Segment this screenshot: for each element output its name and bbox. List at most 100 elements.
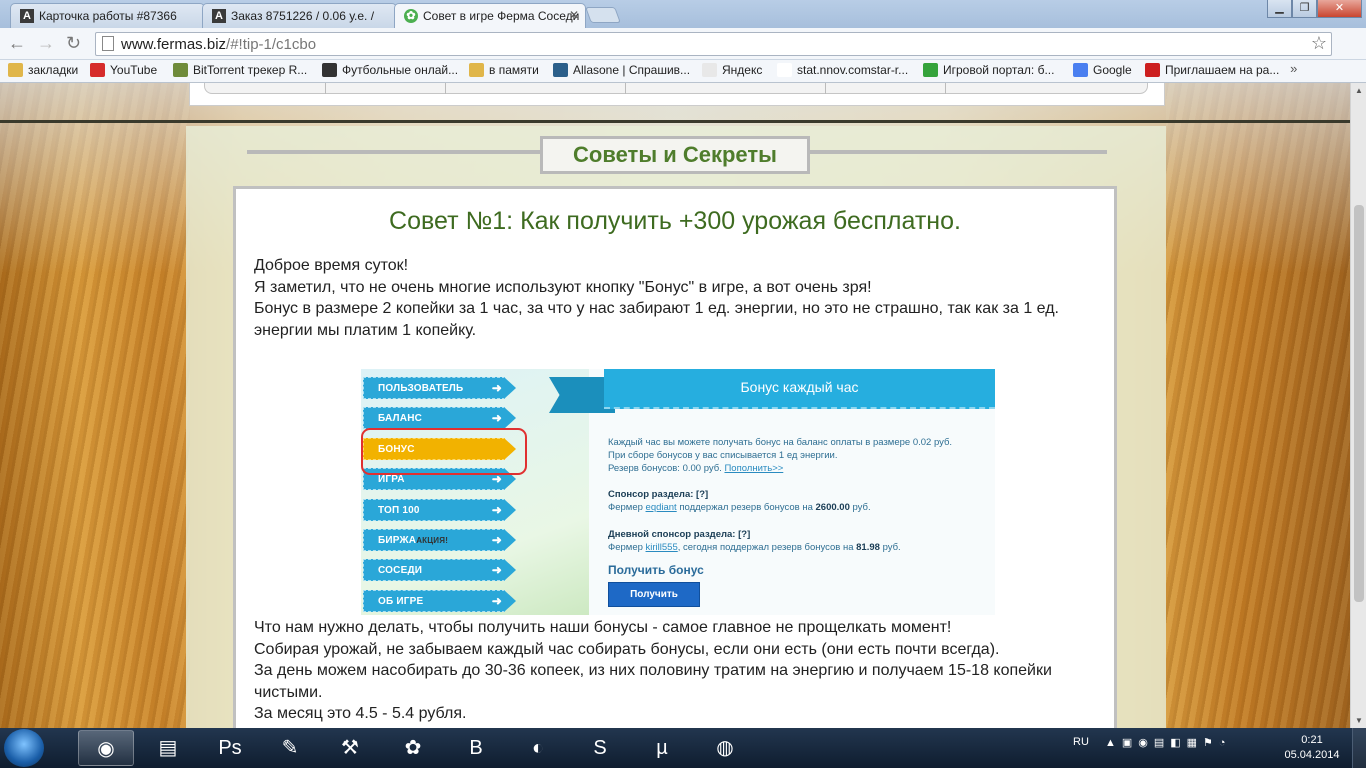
start-button[interactable] <box>4 729 44 767</box>
menu-item-entry[interactable]: БИРЖААКЦИЯ! ➜ <box>363 529 516 551</box>
bookmark-star-icon[interactable]: ☆ <box>1311 33 1327 54</box>
bookmark-item[interactable]: BitTorrent трекер R... <box>173 63 307 77</box>
page-icon <box>777 63 792 77</box>
bookmark-item[interactable]: Игровой портал: б... <box>923 63 1054 77</box>
bookmarks-bar: закладки YouTube BitTorrent трекер R... Фут… <box>0 60 1366 83</box>
text-line: чистыми. <box>254 683 323 701</box>
bookmark-item[interactable]: в памяти <box>469 63 539 77</box>
get-bonus-button[interactable]: Получить <box>608 582 700 607</box>
url-text[interactable]: www.fermas.biz/#!tip-1/c1cbo <box>121 36 316 53</box>
browser-toolbar: ← → ↻ www.fermas.biz/#!tip-1/c1cbo ☆ <box>0 28 1366 75</box>
address-bar[interactable]: www.fermas.biz/#!tip-1/c1cbo ☆ <box>95 32 1332 56</box>
bookmark-item[interactable]: YouTube <box>90 63 157 77</box>
tab-card[interactable]: A Карточка работы #87366 <box>10 3 205 28</box>
text-line: Доброе время суток! <box>254 257 409 274</box>
icq-icon[interactable]: ✿ <box>385 730 441 766</box>
bookmark-item[interactable]: Google <box>1073 63 1132 77</box>
tab-order[interactable]: A Заказ 8751226 / 0.06 у.е. / <box>202 3 397 28</box>
bookmark-item[interactable]: stat.nnov.comstar-r... <box>777 63 908 77</box>
text-line: Собирая урожай, не забываем каждый час с… <box>254 640 1000 658</box>
bookmark-label: Приглашаем на ра... <box>1165 63 1280 77</box>
bookmark-item[interactable]: Приглашаем на ра... » <box>1145 61 1297 77</box>
outro-text: Что нам нужно делать, чтобы получить наш… <box>254 617 1084 725</box>
scrollbar-thumb[interactable] <box>1354 205 1364 602</box>
text-line: За день можем насобирать до 30-36 копеек… <box>254 662 1052 679</box>
sponsor-link[interactable]: eqdiant <box>646 502 677 513</box>
clock-time: 0:21 <box>1301 734 1323 746</box>
tab-label: Заказ 8751226 / 0.06 у.е. / <box>231 9 375 23</box>
language-indicator[interactable]: RU <box>1073 736 1089 748</box>
clock-date: 05.04.2014 <box>1284 749 1340 761</box>
menu-item-entry[interactable]: ТОП 100 ➜ <box>363 498 516 521</box>
bookmark-label: Яндекс <box>722 63 763 77</box>
daily-sponsor-line: Фермер kirill555, сегодня поддержал резе… <box>608 542 901 553</box>
menu-item-entry[interactable]: ОБ ИГРЕ ➜ <box>363 589 516 612</box>
scroll-up-icon[interactable]: ▲ <box>1355 86 1363 95</box>
browser-tab-strip: A Карточка работы #87366 A Заказ 8751226… <box>0 0 1366 28</box>
menu-item-label: ПОЛЬЗОВАТЕЛЬ <box>378 383 464 394</box>
ribbon-title: Бонус каждый час <box>604 369 995 409</box>
utorrent-icon[interactable]: µ <box>634 730 690 766</box>
reload-icon[interactable]: ↻ <box>66 33 81 54</box>
scroll-down-icon[interactable]: ▼ <box>1355 716 1363 725</box>
help-mark[interactable]: [?] <box>738 529 750 540</box>
mouse-app-icon[interactable]: ◐ <box>510 730 566 766</box>
a-site-icon: A <box>20 9 34 23</box>
bookmark-label: закладки <box>28 63 79 77</box>
leaf-icon: ✿ <box>404 9 418 23</box>
show-desktop-button[interactable] <box>1352 728 1366 768</box>
page-scrollbar[interactable]: ▲ ▼ <box>1350 83 1366 728</box>
tray-icons[interactable]: ▲▣◉▤◧▦⚑◔ <box>1105 736 1232 749</box>
topup-link[interactable]: Пополнить>> <box>724 463 783 474</box>
section-header: Советы и Секреты <box>540 136 810 174</box>
daily-sponsor-title: Дневной спонсор раздела: [?] <box>608 529 751 540</box>
skype-icon[interactable]: S <box>572 730 628 766</box>
pen-tool-icon[interactable]: ✎ <box>262 730 318 766</box>
windows-taskbar: ◉ ▤ Ps ✎ ⚒ ✿ B ◐ Sµ ◍ RU ▲▣◉▤◧▦⚑◔ 0:21 05.04.2014 <box>0 728 1366 768</box>
info-line: Каждый час вы можете получать бонус на б… <box>608 437 953 448</box>
menu-item-entry[interactable]: БАЛАНС ➜ <box>363 407 516 430</box>
article-panel: Совет №1: Как получить +300 урожая беспл… <box>233 186 1117 728</box>
close-tab-icon[interactable]: ✕ <box>569 8 579 22</box>
arrow-right-icon: ➜ <box>491 411 502 426</box>
back-arrow-icon[interactable]: ← <box>8 33 26 54</box>
text-line: энергии мы платим 1 копейку. <box>254 321 477 339</box>
menu-item-entry[interactable]: СОСЕДИ ➜ <box>363 559 516 582</box>
tools-icon[interactable]: ⚒ <box>322 730 378 766</box>
top-navigation-bar[interactable] <box>204 83 1148 94</box>
forward-arrow-icon[interactable]: → <box>37 33 55 54</box>
b-app-icon[interactable]: B <box>448 730 504 766</box>
arrow-right-icon: ➜ <box>491 563 502 578</box>
menu-item-label: ИГРА <box>378 474 405 486</box>
google-earth-icon[interactable]: ◍ <box>697 730 753 766</box>
clock[interactable]: 0:21 05.04.2014 <box>1282 733 1342 763</box>
daily-sponsor-link[interactable]: kirill555 <box>646 542 678 553</box>
intro-text: Доброе время суток! Я заметил, что не оч… <box>254 255 1084 341</box>
menu-item-label: ТОП 100 <box>378 504 420 516</box>
bookmark-item[interactable]: закладки <box>8 63 78 77</box>
folder-icon <box>8 63 23 77</box>
bookmark-item[interactable]: Яндекс <box>702 63 762 77</box>
torrent-icon <box>173 63 188 77</box>
bookmark-item[interactable]: Футбольные онлай... <box>322 63 458 77</box>
minimize-button[interactable]: ▁ <box>1267 0 1292 18</box>
more-bookmarks-icon[interactable]: » <box>1290 61 1297 76</box>
menu-item-label: БИРЖА <box>378 535 417 546</box>
new-tab-button[interactable] <box>585 7 621 23</box>
text-line: Что нам нужно делать, чтобы получить наш… <box>254 619 952 636</box>
bookmark-label: в памяти <box>489 63 539 77</box>
menu-item-label: БАЛАНС <box>378 413 423 425</box>
menu-item-entry[interactable]: ПОЛЬЗОВАТЕЛЬ ➜ <box>363 377 516 399</box>
menu-item-label: ОБ ИГРЕ <box>378 595 424 607</box>
explorer-icon[interactable]: ▤ <box>140 730 196 766</box>
bookmark-item[interactable]: Allasone | Спрашив... <box>553 63 690 77</box>
photoshop-icon[interactable]: Ps <box>202 730 258 766</box>
close-window-button[interactable]: ✕ <box>1317 0 1362 18</box>
help-mark[interactable]: [?] <box>696 489 708 500</box>
tab-farm-tips[interactable]: ✿ Совет в игре Ферма Соседи ✕ <box>394 3 586 28</box>
text-line: Бонус в размере 2 копейки за 1 час, за ч… <box>254 300 1059 317</box>
chrome-icon[interactable]: ◉ <box>78 730 134 766</box>
maximize-button[interactable]: ❐ <box>1292 0 1317 18</box>
header-divider <box>0 120 1350 123</box>
menu-item-label: СОСЕДИ <box>378 565 423 577</box>
